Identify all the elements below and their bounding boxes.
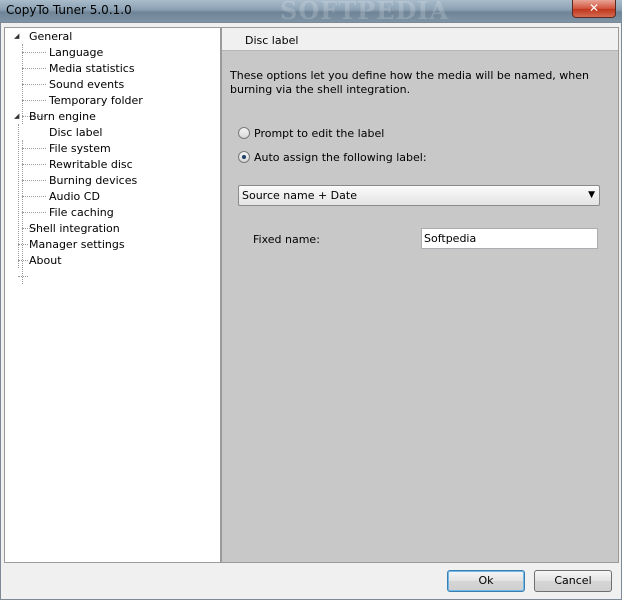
window-title: CopyTo Tuner 5.0.1.0	[6, 3, 132, 17]
tree-connector	[22, 100, 46, 101]
tree-connector	[22, 180, 46, 181]
tree-connector	[22, 84, 46, 85]
tree-item-language[interactable]: Language	[47, 45, 105, 61]
tree-item-temporary-folder[interactable]: Temporary folder	[47, 93, 145, 109]
radio-prompt-label[interactable]: Prompt to edit the label	[238, 125, 384, 141]
tree-connector	[22, 164, 46, 165]
tree-item-file-caching[interactable]: File caching	[47, 205, 116, 221]
fixed-name-input[interactable]	[421, 228, 598, 249]
radio-button-icon[interactable]	[238, 127, 250, 139]
close-button[interactable]: ✕	[572, 0, 616, 18]
tree-item-label: Rewritable disc	[49, 158, 133, 171]
dropdown-arrow-icon[interactable]: ▼	[588, 190, 595, 200]
tree-item-label: Audio CD	[49, 190, 100, 203]
collapse-triangle-icon[interactable]: ◢	[14, 32, 22, 40]
panel-header: Disc label	[222, 28, 618, 51]
cancel-button[interactable]: Cancel	[534, 570, 612, 592]
tree-item-label: Disc label	[49, 126, 103, 139]
window-frame: ◢ ◢ General Language Media statistics So…	[0, 22, 622, 600]
label-format-dropdown[interactable]: Source name + Date ▼	[238, 185, 600, 206]
title-bar: SOFTPEDIA CopyTo Tuner 5.0.1.0 ✕	[0, 0, 622, 25]
settings-panel: Disc label These options let you define …	[221, 27, 619, 563]
panel-title: Disc label	[245, 34, 299, 47]
tree-item-media-statistics[interactable]: Media statistics	[47, 61, 137, 77]
tree-item-general[interactable]: General	[27, 29, 74, 45]
dropdown-value: Source name + Date	[242, 189, 357, 202]
tree-item-label: Manager settings	[29, 238, 125, 251]
tree-connector	[22, 52, 46, 53]
tree-item-label: Burning devices	[49, 174, 138, 187]
tree-item-label: Sound events	[49, 78, 125, 91]
tree-item-shell-integration[interactable]: Shell integration	[27, 221, 122, 237]
tree-item-label: Temporary folder	[49, 94, 143, 107]
panel-description: These options let you define how the med…	[230, 69, 590, 96]
fixed-name-label: Fixed name:	[253, 233, 320, 246]
collapse-triangle-icon[interactable]: ◢	[14, 112, 22, 120]
tree-item-label: Language	[49, 46, 104, 59]
tree-connector	[22, 68, 46, 69]
tree-item-label: General	[29, 30, 73, 43]
tree-item-disc-label[interactable]: Disc label	[47, 125, 104, 141]
tree-connector	[22, 148, 46, 149]
radio-auto-text: Auto assign the following label:	[254, 150, 427, 164]
ok-button[interactable]: Ok	[447, 570, 525, 592]
tree-item-label: Shell integration	[29, 222, 120, 235]
tree-item-label: Media statistics	[49, 62, 135, 75]
tree-line	[18, 124, 19, 268]
tree-item-audio-cd[interactable]: Audio CD	[47, 189, 102, 205]
tree-item-about[interactable]: About	[27, 253, 64, 269]
tree-item-file-system[interactable]: File system	[47, 141, 113, 157]
tree-connector	[18, 276, 28, 277]
radio-prompt-text: Prompt to edit the label	[254, 126, 385, 140]
radio-auto-label[interactable]: Auto assign the following label:	[238, 149, 427, 165]
tree-connector	[22, 212, 46, 213]
settings-tree: ◢ ◢ General Language Media statistics So…	[4, 27, 221, 563]
tree-connector	[22, 196, 46, 197]
tree-item-label: Burn engine	[29, 110, 96, 123]
tree-item-burn-engine[interactable]: Burn engine	[27, 109, 98, 125]
tree-item-burning-devices[interactable]: Burning devices	[47, 173, 139, 189]
button-bar: Ok Cancel	[4, 563, 619, 597]
tree-item-sound-events[interactable]: Sound events	[47, 77, 126, 93]
tree-item-manager-settings[interactable]: Manager settings	[27, 237, 127, 253]
tree-item-label: About	[29, 254, 62, 267]
tree-item-rewritable-disc[interactable]: Rewritable disc	[47, 157, 135, 173]
tree-item-label: File system	[49, 142, 111, 155]
radio-button-checked-icon[interactable]	[238, 151, 250, 163]
tree-item-label: File caching	[49, 206, 114, 219]
